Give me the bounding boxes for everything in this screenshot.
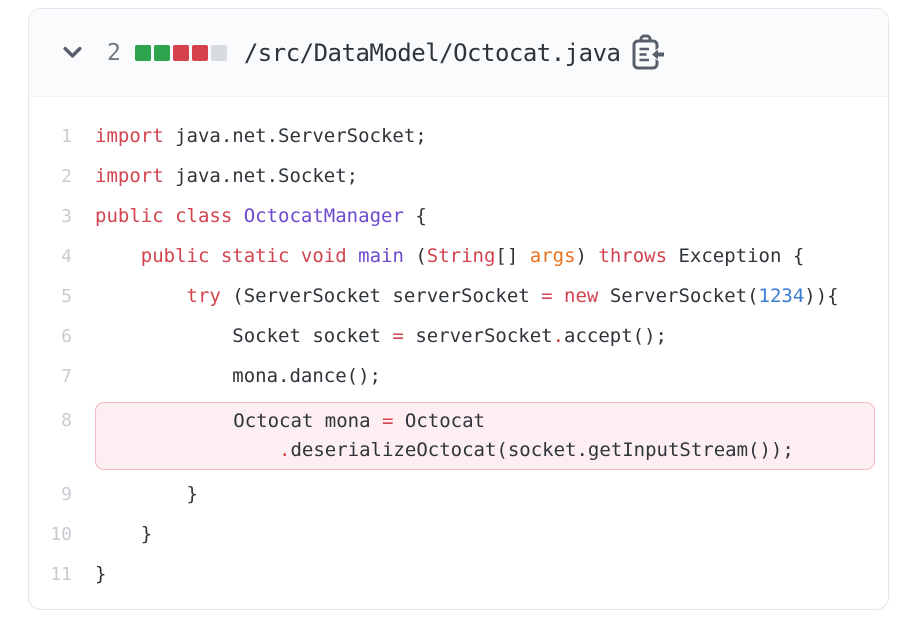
- token-pl: ): [576, 245, 599, 267]
- line-number: 5: [29, 286, 95, 307]
- changes-count: 2: [107, 40, 121, 66]
- token-kw: .: [553, 325, 564, 347]
- line-content: mona.dance();: [95, 356, 381, 396]
- token-kw: import: [95, 165, 164, 187]
- code-line[interactable]: 4 public static void main (String[] args…: [29, 236, 888, 276]
- diff-block-neutral: [211, 45, 227, 61]
- line-number: 10: [29, 524, 95, 545]
- line-content: public class OctocatManager {: [95, 196, 427, 236]
- token-pl: [95, 285, 187, 307]
- token-kw: new: [564, 285, 598, 307]
- token-pl: (ServerSocket serverSocket: [221, 285, 541, 307]
- line-number: 2: [29, 166, 95, 187]
- token-pl: {: [404, 205, 427, 227]
- token-pl: }: [95, 523, 152, 545]
- token-pl: [95, 245, 141, 267]
- token-kw: String: [427, 245, 496, 267]
- token-kw: import: [95, 125, 164, 147]
- token-kw: throws: [598, 245, 667, 267]
- line-content: Octocat mona = Octocat: [96, 407, 874, 436]
- token-pl: )){: [804, 285, 838, 307]
- line-content: Socket socket = serverSocket.accept();: [95, 316, 667, 356]
- token-pl: []: [495, 245, 529, 267]
- token-kw: =: [392, 325, 403, 347]
- token-pl: accept();: [564, 325, 667, 347]
- code-view: 1import java.net.ServerSocket;2import ja…: [29, 97, 888, 594]
- line-content: }: [95, 514, 152, 554]
- line-content: import java.net.Socket;: [95, 156, 358, 196]
- token-pl: mona.dance();: [95, 365, 381, 387]
- line-number: 4: [29, 246, 95, 267]
- code-line[interactable]: 8 Octocat mona = Octocat .deserializeOct…: [29, 396, 888, 474]
- line-content: try (ServerSocket serverSocket = new Ser…: [95, 276, 839, 316]
- code-line[interactable]: 1import java.net.ServerSocket;: [29, 116, 888, 156]
- code-line[interactable]: 6 Socket socket = serverSocket.accept();: [29, 316, 888, 356]
- token-kw: public static void: [141, 245, 347, 267]
- line-number: 11: [29, 564, 95, 585]
- token-kw: =: [382, 410, 393, 432]
- line-content: }: [95, 554, 106, 594]
- token-pl: ServerSocket(: [598, 285, 758, 307]
- token-pr: args: [530, 245, 576, 267]
- line-number: 8: [29, 396, 95, 446]
- file-path: /src/DataModel/Octocat.java: [244, 39, 621, 67]
- diff-block-removed: [173, 45, 189, 61]
- token-nu: 1234: [759, 285, 805, 307]
- token-kw: .: [279, 439, 290, 461]
- token-pl: serverSocket: [404, 325, 553, 347]
- line-number: 6: [29, 326, 95, 347]
- code-line[interactable]: 11}: [29, 554, 888, 594]
- token-ty: main: [358, 245, 404, 267]
- token-pl: Socket socket: [95, 325, 392, 347]
- file-header[interactable]: 2 /src/DataModel/Octocat.java: [29, 9, 888, 97]
- code-line[interactable]: 2import java.net.Socket;: [29, 156, 888, 196]
- token-pl: Octocat mona: [96, 410, 382, 432]
- token-ty: OctocatManager: [244, 205, 404, 227]
- line-number: 3: [29, 206, 95, 227]
- token-pl: }: [95, 483, 198, 505]
- line-number: 1: [29, 126, 95, 147]
- diff-block-added: [135, 45, 151, 61]
- line-content: public static void main (String[] args) …: [95, 236, 804, 276]
- token-pl: [553, 285, 564, 307]
- token-kw: public class: [95, 205, 232, 227]
- line-content: import java.net.ServerSocket;: [95, 116, 427, 156]
- diff-block-added: [154, 45, 170, 61]
- code-line[interactable]: 5 try (ServerSocket serverSocket = new S…: [29, 276, 888, 316]
- code-line[interactable]: 7 mona.dance();: [29, 356, 888, 396]
- token-pl: (: [404, 245, 427, 267]
- token-pl: }: [95, 563, 106, 585]
- code-line[interactable]: 10 }: [29, 514, 888, 554]
- alert-highlight-box[interactable]: Octocat mona = Octocat .deserializeOctoc…: [95, 402, 875, 470]
- token-kw: try: [187, 285, 221, 307]
- diff-file-card: 2 /src/DataModel/Octocat.java 1import ja…: [28, 8, 889, 610]
- chevron-down-icon[interactable]: [59, 39, 86, 66]
- code-line[interactable]: 3public class OctocatManager {: [29, 196, 888, 236]
- line-content: .deserializeOctocat(socket.getInputStrea…: [96, 436, 874, 465]
- token-pl: Octocat: [393, 410, 485, 432]
- line-content: }: [95, 474, 198, 514]
- line-number: 7: [29, 366, 95, 387]
- clipboard-copy-icon[interactable]: [630, 34, 664, 72]
- diff-block-removed: [192, 45, 208, 61]
- token-pl: [347, 245, 358, 267]
- token-pl: java.net.Socket;: [164, 165, 358, 187]
- token-kw: =: [541, 285, 552, 307]
- token-pl: deserializeOctocat(socket.getInputStream…: [290, 439, 793, 461]
- token-pl: [96, 439, 279, 461]
- token-pl: [232, 205, 243, 227]
- code-line[interactable]: 9 }: [29, 474, 888, 514]
- token-pl: Exception {: [667, 245, 804, 267]
- token-pl: java.net.ServerSocket;: [164, 125, 427, 147]
- line-number: 9: [29, 484, 95, 505]
- diff-stat-blocks: [135, 45, 227, 61]
